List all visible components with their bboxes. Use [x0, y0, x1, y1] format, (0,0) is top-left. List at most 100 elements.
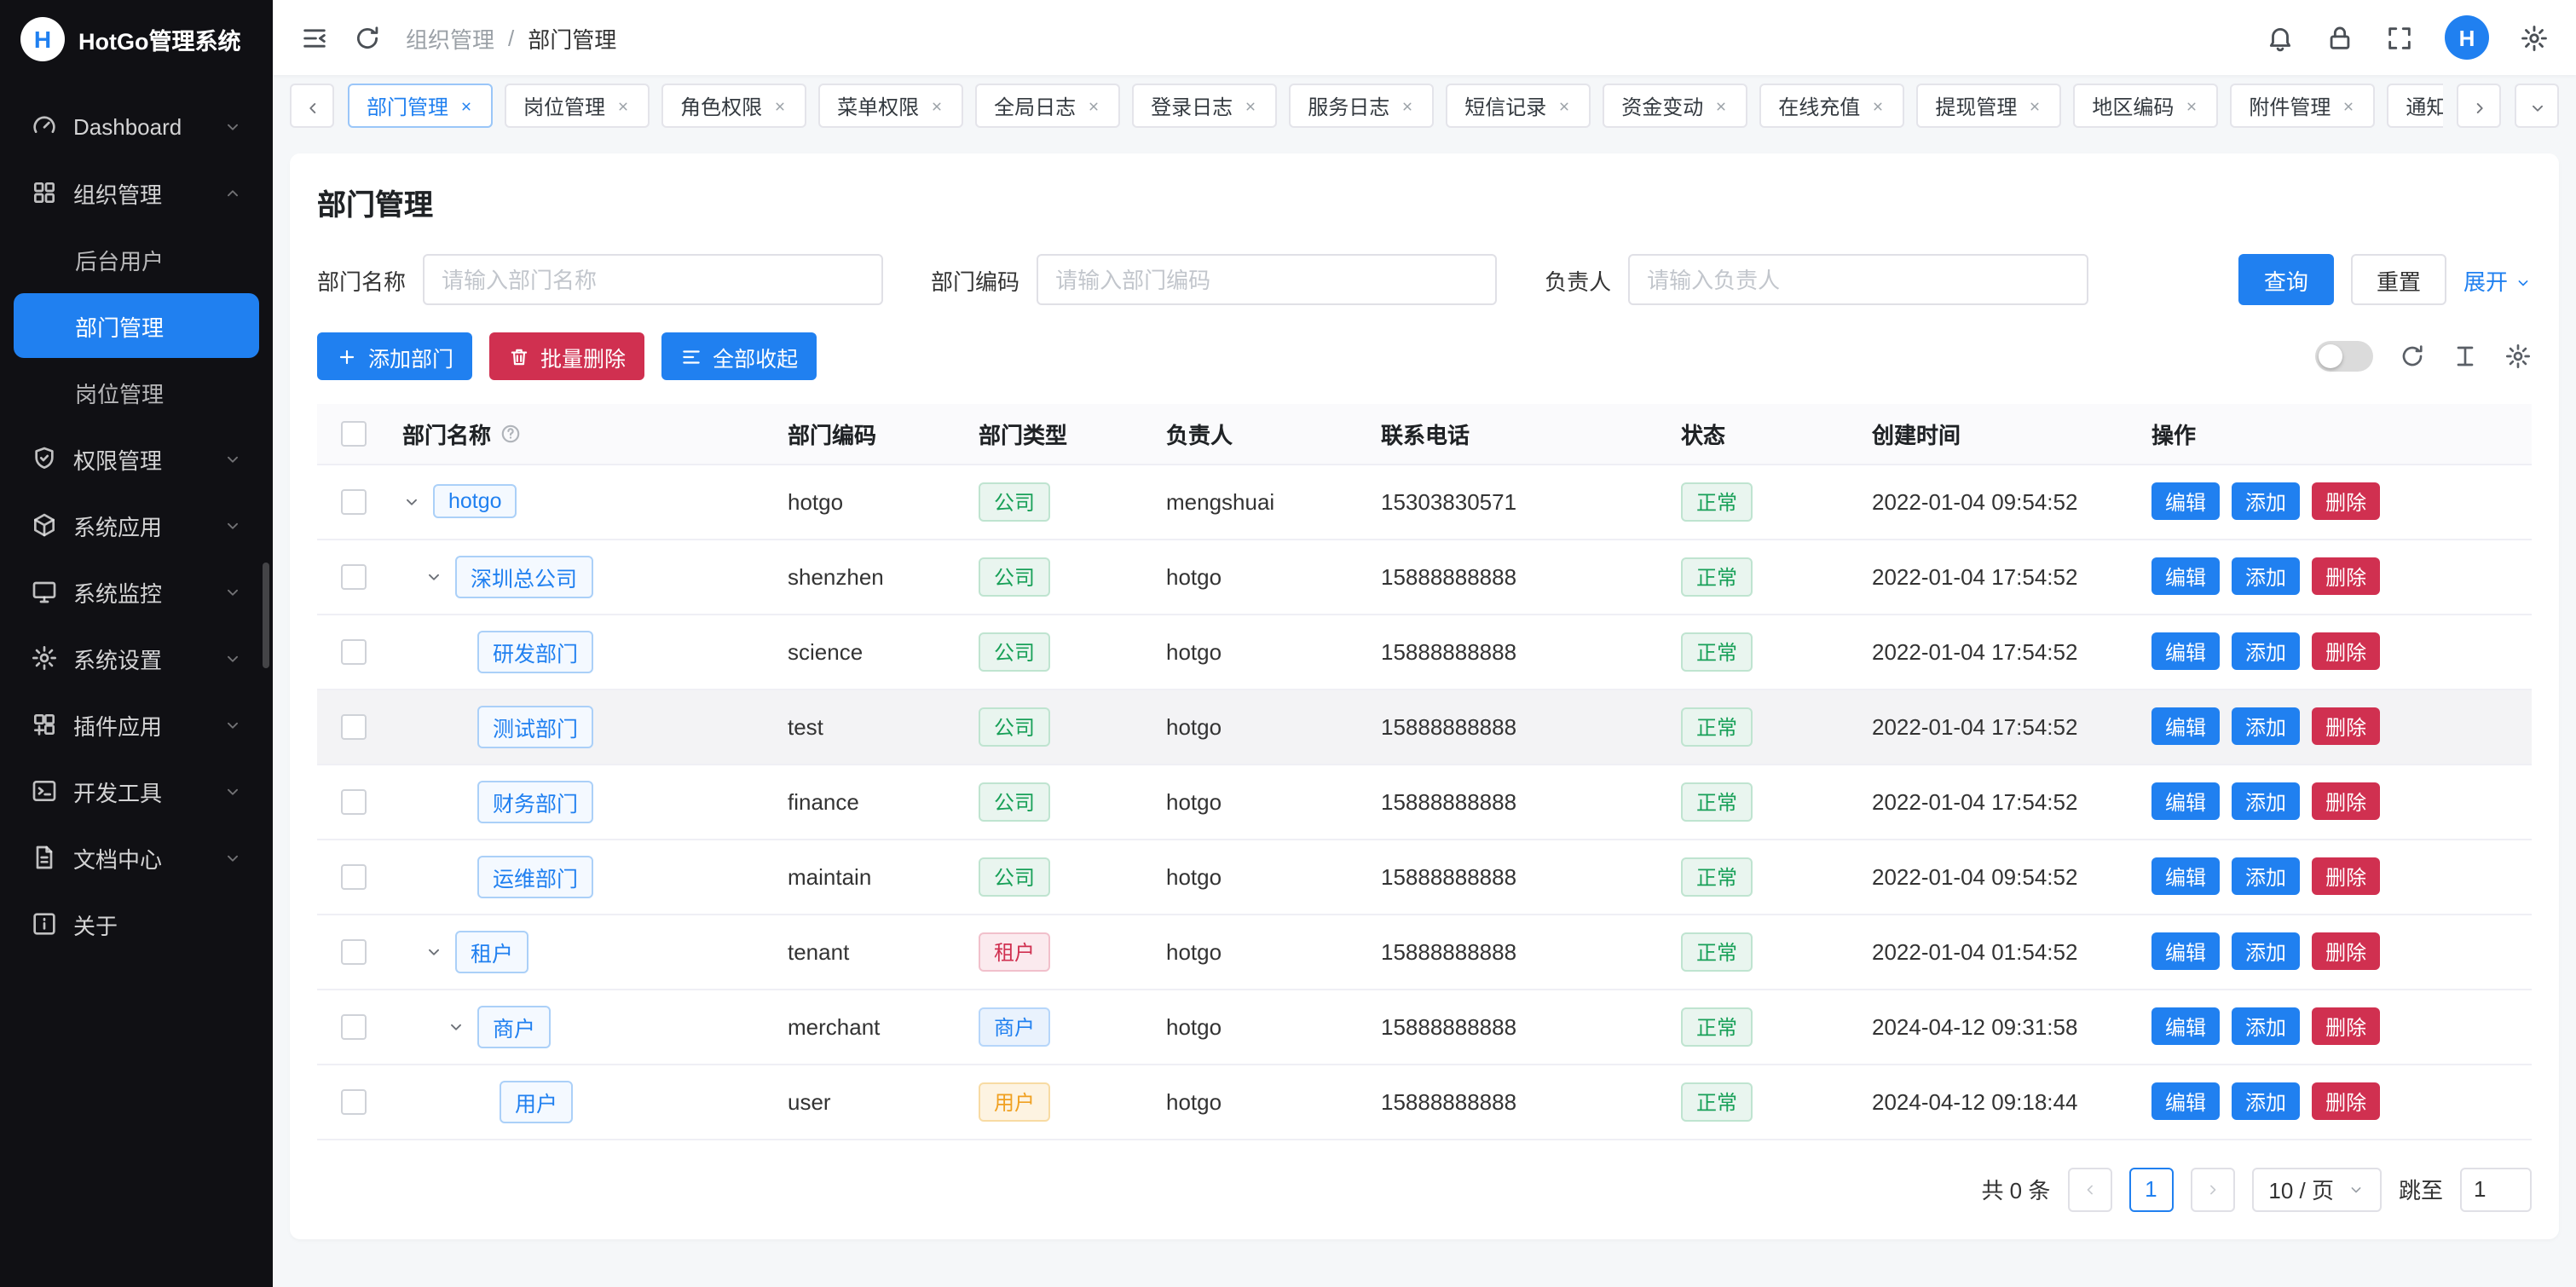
jump-page-input[interactable]: [2460, 1167, 2532, 1211]
department-name-input[interactable]: [423, 254, 883, 305]
row-checkbox[interactable]: [340, 939, 366, 965]
app-logo[interactable]: H HotGo管理系统: [0, 0, 273, 78]
edit-button[interactable]: 编辑: [2151, 857, 2220, 895]
github-icon[interactable]: [2206, 23, 2235, 52]
add-department-button[interactable]: 添加部门: [317, 332, 472, 380]
page-1-button[interactable]: 1: [2128, 1167, 2173, 1211]
expand-toggle[interactable]: 展开: [2463, 263, 2532, 296]
breadcrumb-parent[interactable]: 组织管理: [406, 21, 494, 54]
next-page-button[interactable]: [2190, 1167, 2234, 1211]
department-name-tag[interactable]: 商户: [477, 1005, 551, 1047]
add-button[interactable]: 添加: [2232, 632, 2300, 670]
row-checkbox[interactable]: [340, 489, 366, 515]
close-icon[interactable]: [772, 98, 788, 113]
edit-button[interactable]: 编辑: [2151, 482, 2220, 520]
sidebar-item-2[interactable]: 权限管理: [14, 426, 259, 491]
close-icon[interactable]: [615, 98, 631, 113]
close-icon[interactable]: [1400, 98, 1415, 113]
sidebar-item-8[interactable]: 文档中心: [14, 825, 259, 890]
select-all-checkbox[interactable]: [340, 422, 366, 447]
tab-1[interactable]: 岗位管理: [505, 84, 650, 128]
row-checkbox[interactable]: [340, 639, 366, 665]
row-expand-toggle[interactable]: [402, 491, 433, 511]
add-button[interactable]: 添加: [2232, 782, 2300, 820]
department-name-tag[interactable]: hotgo: [433, 484, 517, 518]
delete-button[interactable]: 删除: [2312, 1007, 2380, 1045]
tab-0[interactable]: 部门管理: [348, 84, 493, 128]
menu-collapse-icon[interactable]: [300, 23, 329, 52]
sidebar-item-6[interactable]: 插件应用: [14, 692, 259, 757]
reset-button[interactable]: 重置: [2351, 254, 2446, 305]
close-icon[interactable]: [2184, 98, 2199, 113]
delete-button[interactable]: 删除: [2312, 707, 2380, 745]
tab-5[interactable]: 登录日志: [1132, 84, 1277, 128]
row-expand-toggle[interactable]: [425, 941, 455, 961]
notifications-bell-icon[interactable]: [2266, 23, 2295, 52]
table-density-icon[interactable]: [2452, 343, 2479, 370]
tab-6[interactable]: 服务日志: [1289, 84, 1434, 128]
department-name-tag[interactable]: 运维部门: [477, 855, 593, 897]
close-icon[interactable]: [2027, 98, 2042, 113]
delete-button[interactable]: 删除: [2312, 932, 2380, 970]
user-avatar[interactable]: H: [2445, 15, 2489, 60]
close-icon[interactable]: [929, 98, 944, 113]
tab-13[interactable]: 通知公告: [2387, 84, 2443, 128]
add-button[interactable]: 添加: [2232, 857, 2300, 895]
tab-7[interactable]: 短信记录: [1446, 84, 1591, 128]
sidebar-item-0[interactable]: Dashboard: [14, 94, 259, 159]
close-icon[interactable]: [1557, 98, 1572, 113]
table-striped-toggle[interactable]: [2315, 341, 2373, 372]
lock-screen-icon[interactable]: [2325, 23, 2354, 52]
tabs-dropdown-button[interactable]: [2515, 84, 2559, 128]
collapse-all-button[interactable]: 全部收起: [661, 332, 817, 380]
edit-button[interactable]: 编辑: [2151, 1082, 2220, 1120]
leader-input[interactable]: [1628, 254, 2088, 305]
sidebar-item-7[interactable]: 开发工具: [14, 759, 259, 823]
close-icon[interactable]: [459, 98, 474, 113]
close-icon[interactable]: [2341, 98, 2356, 113]
add-button[interactable]: 添加: [2232, 1082, 2300, 1120]
tabs-scroll-left-button[interactable]: [290, 84, 334, 128]
table-refresh-icon[interactable]: [2399, 343, 2426, 370]
row-checkbox[interactable]: [340, 1089, 366, 1115]
query-button[interactable]: 查询: [2238, 254, 2334, 305]
sidebar-item-4[interactable]: 系统监控: [14, 559, 259, 624]
tabs-scroll-right-button[interactable]: [2457, 84, 2501, 128]
delete-button[interactable]: 删除: [2312, 482, 2380, 520]
sidebar-subitem-1-1[interactable]: 部门管理: [14, 293, 259, 358]
delete-button[interactable]: 删除: [2312, 1082, 2380, 1120]
close-icon[interactable]: [1870, 98, 1886, 113]
page-refresh-icon[interactable]: [353, 23, 382, 52]
row-checkbox[interactable]: [340, 789, 366, 815]
edit-button[interactable]: 编辑: [2151, 782, 2220, 820]
tab-9[interactable]: 在线充值: [1759, 84, 1904, 128]
close-icon[interactable]: [1086, 98, 1101, 113]
edit-button[interactable]: 编辑: [2151, 1007, 2220, 1045]
tab-2[interactable]: 角色权限: [661, 84, 806, 128]
row-checkbox[interactable]: [340, 714, 366, 740]
sidebar-scrollbar[interactable]: [263, 563, 269, 668]
sidebar-item-1[interactable]: 组织管理: [14, 160, 259, 225]
row-checkbox[interactable]: [340, 864, 366, 890]
tab-3[interactable]: 菜单权限: [818, 84, 963, 128]
department-name-tag[interactable]: 财务部门: [477, 780, 593, 822]
sidebar-item-3[interactable]: 系统应用: [14, 493, 259, 557]
sidebar-subitem-1-2[interactable]: 岗位管理: [14, 360, 259, 424]
edit-button[interactable]: 编辑: [2151, 707, 2220, 745]
delete-button[interactable]: 删除: [2312, 557, 2380, 595]
add-button[interactable]: 添加: [2232, 932, 2300, 970]
department-name-tag[interactable]: 深圳总公司: [455, 555, 592, 597]
sidebar-item-5[interactable]: 系统设置: [14, 626, 259, 690]
tab-10[interactable]: 提现管理: [1916, 84, 2061, 128]
add-button[interactable]: 添加: [2232, 557, 2300, 595]
delete-button[interactable]: 删除: [2312, 782, 2380, 820]
edit-button[interactable]: 编辑: [2151, 632, 2220, 670]
tab-8[interactable]: 资金变动: [1603, 84, 1747, 128]
add-button[interactable]: 添加: [2232, 707, 2300, 745]
sidebar-item-9[interactable]: 关于: [14, 892, 259, 956]
settings-gear-icon[interactable]: [2520, 23, 2549, 52]
add-button[interactable]: 添加: [2232, 1007, 2300, 1045]
tab-11[interactable]: 地区编码: [2073, 84, 2218, 128]
tab-12[interactable]: 附件管理: [2230, 84, 2375, 128]
edit-button[interactable]: 编辑: [2151, 557, 2220, 595]
